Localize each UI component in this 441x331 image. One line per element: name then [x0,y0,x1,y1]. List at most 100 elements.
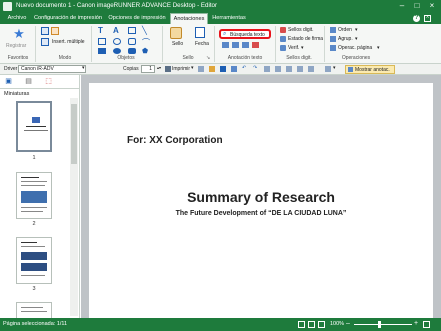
verify-button[interactable]: Verif. [288,45,299,51]
verify-icon [280,45,286,51]
image-tool-icon[interactable] [128,27,136,34]
zoom-slider[interactable] [354,324,412,325]
date-icon[interactable] [195,27,205,38]
maximize-button[interactable]: □ [410,0,424,13]
polygon-tool-icon[interactable]: ⬟ [142,47,148,55]
filled-rect-tool-icon[interactable] [98,48,106,54]
single-page-view-icon[interactable] [298,321,305,328]
digital-stamps-button[interactable]: Sellos digit. [288,27,314,33]
driver-select[interactable]: Canon iR-ADV [18,65,86,73]
toolbar-tool-icon[interactable] [198,66,204,72]
zoom-in-button[interactable]: + [414,320,418,327]
group-label-operaciones: Operaciones [341,55,371,61]
document-page[interactable]: For: XX Corporation Summary of Research … [89,83,433,318]
underline-tool-icon[interactable] [232,42,239,48]
page-operation-button[interactable]: Operac. página [338,45,372,51]
group-button[interactable]: Agrup. [338,36,353,42]
tab-anotaciones[interactable]: Anotaciones [170,13,208,24]
page-number-2: 2 [32,221,36,227]
tab-opciones-impresion[interactable]: Opciones de impresión [106,13,168,24]
redo-icon[interactable]: ↷ [253,65,257,71]
print-dropdown-icon[interactable]: ▾ [191,65,194,71]
driver-dropdown-icon[interactable]: ▾ [82,65,85,71]
tool-dropdown-icon[interactable]: ▾ [333,65,336,71]
status-bar: Página seleccionada: 1/11 100% – + [0,318,441,331]
copies-input[interactable]: 1 [141,65,155,73]
help-icon[interactable]: ? [413,15,420,22]
register-button[interactable]: Registrar [6,43,26,49]
tab-configuracion-impresion[interactable]: Configuración de impresión [32,13,104,24]
copies-stepper[interactable]: ▴▾ [157,65,161,70]
pane-bookmark-icon[interactable]: ⬚ [44,77,53,86]
undo-icon[interactable]: ↶ [242,65,246,71]
show-annotations-toggle[interactable]: Mostrar anotac. [345,65,395,74]
stamp-icon[interactable] [170,27,182,39]
dialog-launcher-icon[interactable]: ↘ [206,55,210,61]
rounded-rect-tool-icon[interactable] [128,38,136,45]
pane-list-icon[interactable]: ▤ [24,77,33,86]
save-icon[interactable] [220,66,226,72]
order-icon [330,27,336,33]
page-thumbnail-3[interactable] [16,237,52,284]
color-tool-icon[interactable] [252,42,259,48]
page-thumbnail-4[interactable] [16,302,52,318]
document-view[interactable]: For: XX Corporation Summary of Research … [81,75,441,318]
verify-dropdown-icon[interactable]: ▾ [301,45,304,51]
minimize-button[interactable]: – [395,0,409,13]
separator [324,26,325,62]
app-icon [3,2,12,11]
rectangle-tool-icon[interactable] [98,38,106,45]
close-button[interactable]: × [425,0,439,13]
thumbnails-title: Miniaturas [4,91,30,97]
strike-tool-icon[interactable] [242,42,249,48]
line-tool-icon[interactable]: ╲ [142,26,147,35]
toolbar-tool-icon[interactable] [308,66,314,72]
separator [0,88,80,89]
signature-status-button[interactable]: Estado de firma [288,36,323,42]
toolbar-tool-icon[interactable] [275,66,281,72]
order-button[interactable]: Orden [338,27,352,33]
selected-pages-status: Página seleccionada: 1/11 [3,321,68,327]
text-tool-icon[interactable]: T [98,26,103,35]
highlight-tool-icon[interactable] [222,42,229,48]
date-button[interactable]: Fecha [195,41,209,47]
group-dropdown-icon[interactable]: ▾ [355,36,358,42]
tab-archivo[interactable]: Archivo [4,13,30,24]
mode-image-icon[interactable] [51,27,59,35]
print-button[interactable]: Imprimir [172,66,190,72]
toolbar-tool-icon[interactable] [297,66,303,72]
thumbnails-scrollbar[interactable] [70,98,78,316]
group-label-anotacion-texto: Anotación texto [227,55,263,61]
insert-multiple-button[interactable]: Insert. múltiple [52,39,85,45]
group-label-sellos-digit: Sellos digit. [286,55,312,61]
zoom-slider-thumb[interactable] [378,321,381,328]
export-icon[interactable] [231,66,237,72]
pane-view-icon[interactable]: ▣ [4,77,13,86]
fit-page-icon[interactable] [423,321,430,328]
ribbon-toggle-icon[interactable]: ^ [424,15,431,22]
page-operation-dropdown-icon[interactable]: ▾ [377,45,380,51]
search-text-highlight[interactable]: ⌕ Búsqueda texto [219,29,271,39]
filled-ellipse-tool-icon[interactable] [113,48,121,54]
scrollbar-thumb[interactable] [71,104,77,164]
filled-rounded-tool-icon[interactable] [128,48,136,54]
toolbar-tool-icon[interactable] [264,66,270,72]
star-icon: ★ [13,26,25,41]
ellipse-tool-icon[interactable] [113,38,121,45]
thumbnail-text-line [21,242,37,243]
toolbar-tool-icon[interactable] [286,66,292,72]
open-folder-icon[interactable] [209,66,215,72]
fit-view-icon[interactable] [318,321,325,328]
driver-label: Driver [4,66,18,72]
page-thumbnail-1[interactable] [16,101,52,152]
group-icon [330,36,336,42]
order-dropdown-icon[interactable]: ▾ [355,27,358,33]
two-page-view-icon[interactable] [308,321,315,328]
toolbar-tool-icon[interactable] [325,66,331,72]
stamp-button[interactable]: Sello [172,41,183,47]
page-thumbnail-2[interactable] [16,172,52,219]
textbox-tool-icon[interactable]: A [113,26,119,35]
tab-herramientas[interactable]: Herramientas [210,13,248,24]
zoom-out-button[interactable]: – [346,320,350,327]
mode-icon[interactable] [41,27,49,35]
